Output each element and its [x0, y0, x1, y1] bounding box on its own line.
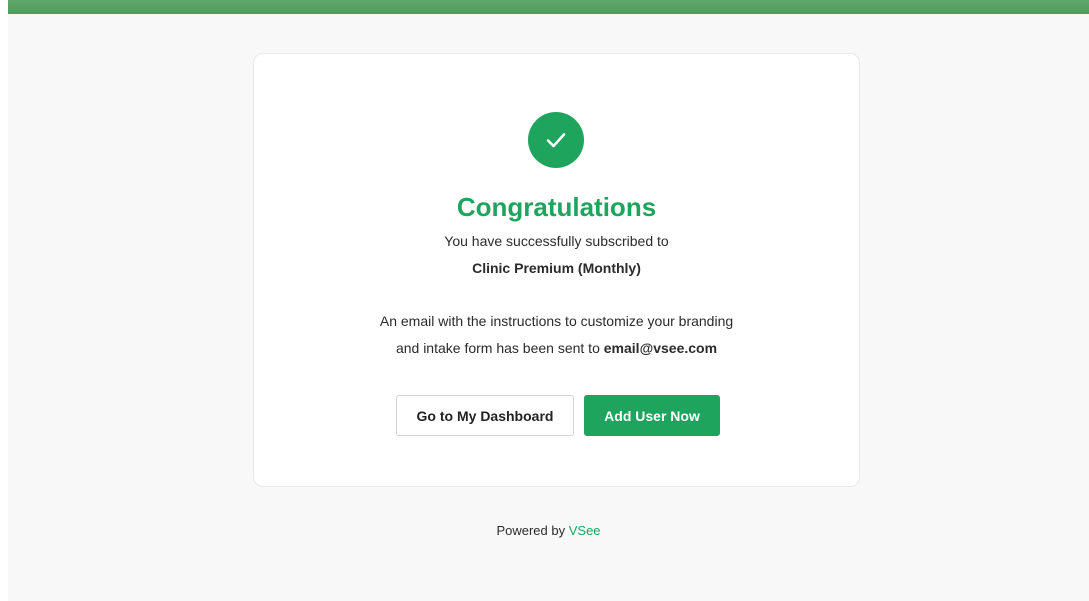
checkmark-glyph — [546, 133, 566, 148]
page-background: Congratulations You have successfully su… — [8, 0, 1089, 601]
success-card: Congratulations You have successfully su… — [253, 53, 860, 487]
email-instructions-line1: An email with the instructions to custom… — [379, 313, 734, 329]
top-accent-bar — [8, 0, 1089, 14]
powered-by-footer: Powered by VSee — [8, 522, 1089, 540]
success-title: Congratulations — [456, 192, 657, 222]
plan-name: Clinic Premium (Monthly) — [472, 260, 641, 276]
checkmark-icon — [528, 112, 584, 168]
powered-by-text: Powered by — [496, 523, 566, 538]
vsee-link[interactable]: VSee — [569, 523, 601, 538]
go-to-dashboard-button[interactable]: Go to My Dashboard — [396, 395, 574, 436]
subscribed-text: You have successfully subscribed to — [444, 233, 669, 249]
add-user-now-button[interactable]: Add User Now — [584, 395, 720, 436]
email-instructions-line2: and intake form has been sent to email@v… — [254, 338, 859, 358]
email-instructions-prefix: and intake form has been sent to — [395, 340, 600, 356]
email-address: email@vsee.com — [603, 340, 718, 356]
